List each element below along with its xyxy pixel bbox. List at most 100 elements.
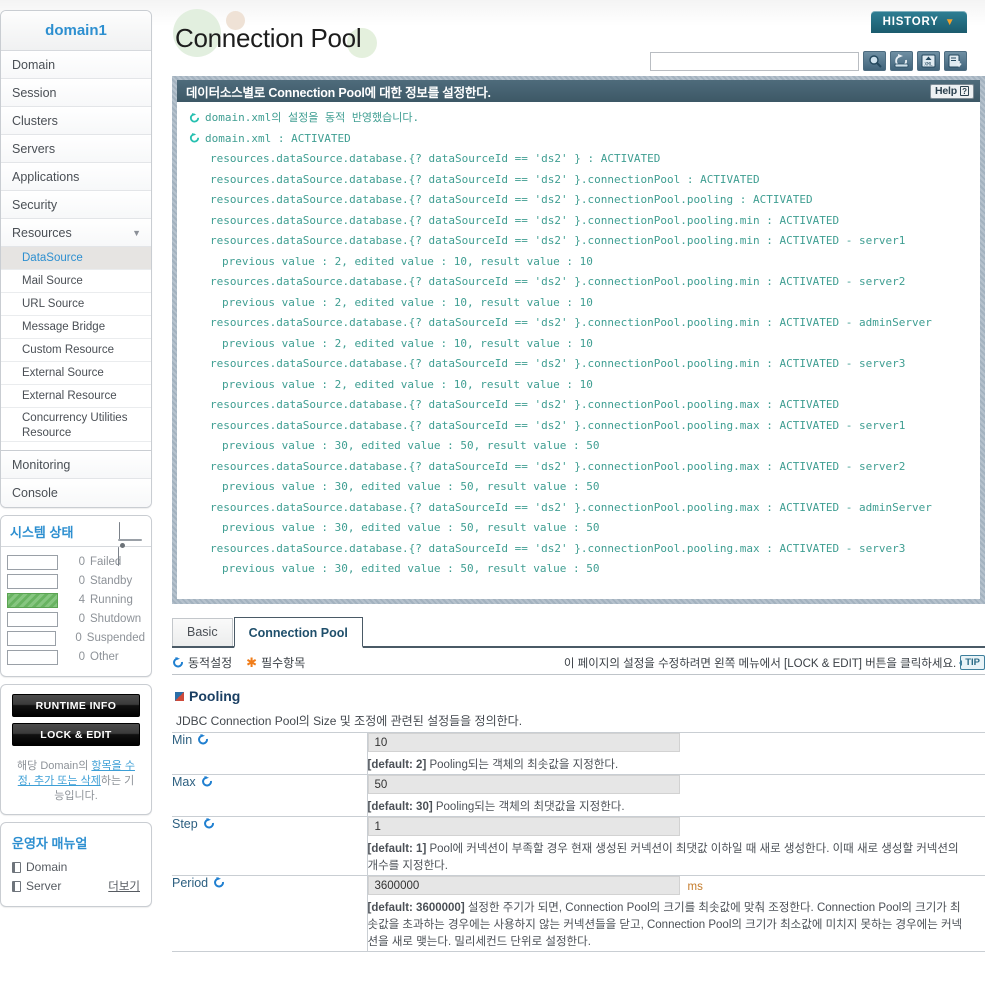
tab-basic[interactable]: Basic [172,618,233,646]
sidebar-item-message-bridge[interactable]: Message Bridge [1,316,151,339]
settings-hint-text: Pooling되는 객체의 최댓값을 지정한다. [432,801,625,813]
section-title: Pooling [175,688,240,704]
sidebar-item-security[interactable]: Security [1,191,151,219]
legend-dynamic-setting: 동적설정 [172,654,232,671]
refresh-icon[interactable] [890,51,913,71]
lock-and-edit-button[interactable]: LOCK & EDIT [12,723,140,746]
sidebar-item-applications[interactable]: Applications [1,163,151,191]
settings-value-input[interactable]: 1 [367,817,680,836]
log-line: resources.dataSource.database.{? dataSou… [210,459,906,473]
sidebar-item-label: Session [12,86,57,100]
settings-hint-text: Pool에 커넥션이 부족할 경우 현재 생성된 커넥션이 최댓값 이하일 때 … [367,843,959,872]
log-line: resources.dataSource.database.{? dataSou… [210,500,932,514]
settings-hint: [default: 1] Pool에 커넥션이 부족할 경우 현재 생성된 커넥… [368,841,964,875]
log-line: domain.xml의 설정을 동적 반영했습니다. [177,108,980,129]
sidebar-item-domain[interactable]: Domain [1,51,151,79]
sidebar-item-external-source[interactable]: External Source [1,362,151,385]
log-line: resources.dataSource.database.{? dataSou… [210,234,906,247]
log-line-text: domain.xml : ACTIVATED [205,131,351,145]
legend-label: 필수항목 [261,656,306,670]
refresh-icon [214,877,225,888]
search-icon[interactable] [863,51,886,71]
laptop-icon [118,522,142,566]
sidebar-item-external-resource[interactable]: External Resource [1,385,151,408]
settings-value-cell: 50 [default: 30] Pooling되는 객체의 최댓값을 지정한다. [367,774,985,817]
status-row-standby: 0 Standby [7,573,145,589]
domain-title[interactable]: domain1 [1,11,151,51]
section-description: JDBC Connection Pool의 Size 및 조정에 관련된 설정들… [176,714,523,728]
log-line: resources.dataSource.database.{? dataSou… [210,275,906,288]
manual-more-link[interactable]: 더보기 [108,878,140,894]
tab-bar: Basic Connection Pool [172,617,985,648]
search-toolbar: XML [650,51,967,71]
settings-default-value: [default: 30] [367,801,433,813]
manual-item-label: Server [26,879,62,893]
sidebar-item-clusters[interactable]: Clusters [1,107,151,135]
settings-row: Max 50 [default: 30] Pooling되는 객체의 최댓값을 지정… [172,774,985,817]
settings-label-cell: Period [172,875,368,952]
sidebar-item-url-source[interactable]: URL Source [1,293,151,316]
save-download-icon[interactable] [944,51,967,71]
sidebar-item-servers[interactable]: Servers [1,135,151,163]
manual-card: 운영자 매뉴얼 Domain Server 더보기 [0,822,152,907]
settings-hint-text: Pooling되는 객체의 최솟값을 지정한다. [426,759,619,771]
settings-value-input[interactable]: 50 [367,775,680,794]
sidebar-item-label: Mail Source [22,275,83,287]
refresh-icon [203,818,214,829]
sidebar-item-console[interactable]: Console [1,479,151,507]
resources-submenu: DataSource Mail Source URL Source Messag… [1,247,151,451]
status-count: 4 [78,594,85,606]
help-button[interactable]: Help ? [930,83,974,99]
settings-label-cell: Step [172,816,368,876]
manual-item-server[interactable]: Server 더보기 [1,876,151,896]
settings-label: Period [172,876,209,890]
asterisk-icon: ✱ [246,654,258,670]
log-line: previous value : 2, edited value : 10, r… [222,254,593,268]
status-label: Running [90,594,133,606]
actions-card: RUNTIME INFO LOCK & EDIT 해당 Domain의 항목을 … [0,684,152,815]
history-button[interactable]: HISTORY ▼ [871,11,967,33]
status-bar [7,649,58,665]
manual-padding [1,896,151,906]
sidebar-item-label: Servers [12,142,56,156]
settings-value-input[interactable]: 3600000 [367,876,680,895]
log-output[interactable]: domain.xml의 설정을 동적 반영했습니다. domain.xml : A… [177,102,980,599]
sidebar-item-label: Resources [12,226,72,240]
sidebar-item-mail-source[interactable]: Mail Source [1,270,151,293]
xml-export-icon[interactable]: XML [917,51,940,71]
svg-text:XML: XML [924,62,932,68]
log-line: previous value : 2, edited value : 10, r… [222,336,593,350]
log-line: resources.dataSource.database.{? dataSou… [210,193,813,206]
search-input[interactable] [650,51,859,71]
system-status-title: 시스템 상태 [10,524,74,540]
status-count: 0 [78,651,85,663]
sidebar-item-label: Security [12,198,58,212]
settings-row: Period 3600000 ms [default: 3600000] 설정한 주기… [172,875,985,952]
settings-value-input[interactable]: 10 [367,733,680,752]
sidebar-item-custom-resource[interactable]: Custom Resource [1,339,151,362]
dynamic-setting-icon [203,818,215,830]
manual-title: 운영자 매뉴얼 [12,836,88,851]
sidebar-item-concurrency-utilities-resource[interactable]: Concurrency Utilities Resource [1,408,151,442]
sidebar-item-session[interactable]: Session [1,79,151,107]
refresh-icon [173,656,183,667]
tab-connection-pool[interactable]: Connection Pool [233,617,363,648]
settings-table: Min 10 [default: 2] Pooling되는 객체의 최솟값을 지정한… [172,732,985,952]
log-line: resources.dataSource.database.{? dataSou… [210,213,840,227]
lock-edit-note: 해당 Domain의 항목을 수정, 추가 또는 삭제하는 기능입니다. [1,757,151,814]
log-line: resources.dataSource.database.{? dataSou… [210,152,661,165]
sidebar-item-datasource[interactable]: DataSource [1,247,151,270]
status-row-running: 4 Running [7,592,145,608]
status-row-suspended: 0 Suspended [7,630,145,646]
history-label: HISTORY [882,16,939,28]
sidebar-item-resources[interactable]: Resources ▼ [1,219,151,247]
sidebar-item-monitoring[interactable]: Monitoring [1,451,151,479]
manual-item-domain[interactable]: Domain [1,858,151,876]
log-line: previous value : 30, edited value : 50, … [222,521,600,534]
runtime-info-button[interactable]: RUNTIME INFO [12,694,140,717]
settings-row: Step 1 [default: 1] Pool에 커넥션이 부족할 경우 현재 생… [172,816,985,876]
sidebar-item-label: Message Bridge [22,321,106,333]
manual-item-label: Domain [26,860,68,874]
settings-label-cell: Min [172,732,368,775]
section-marker-icon [175,691,184,701]
